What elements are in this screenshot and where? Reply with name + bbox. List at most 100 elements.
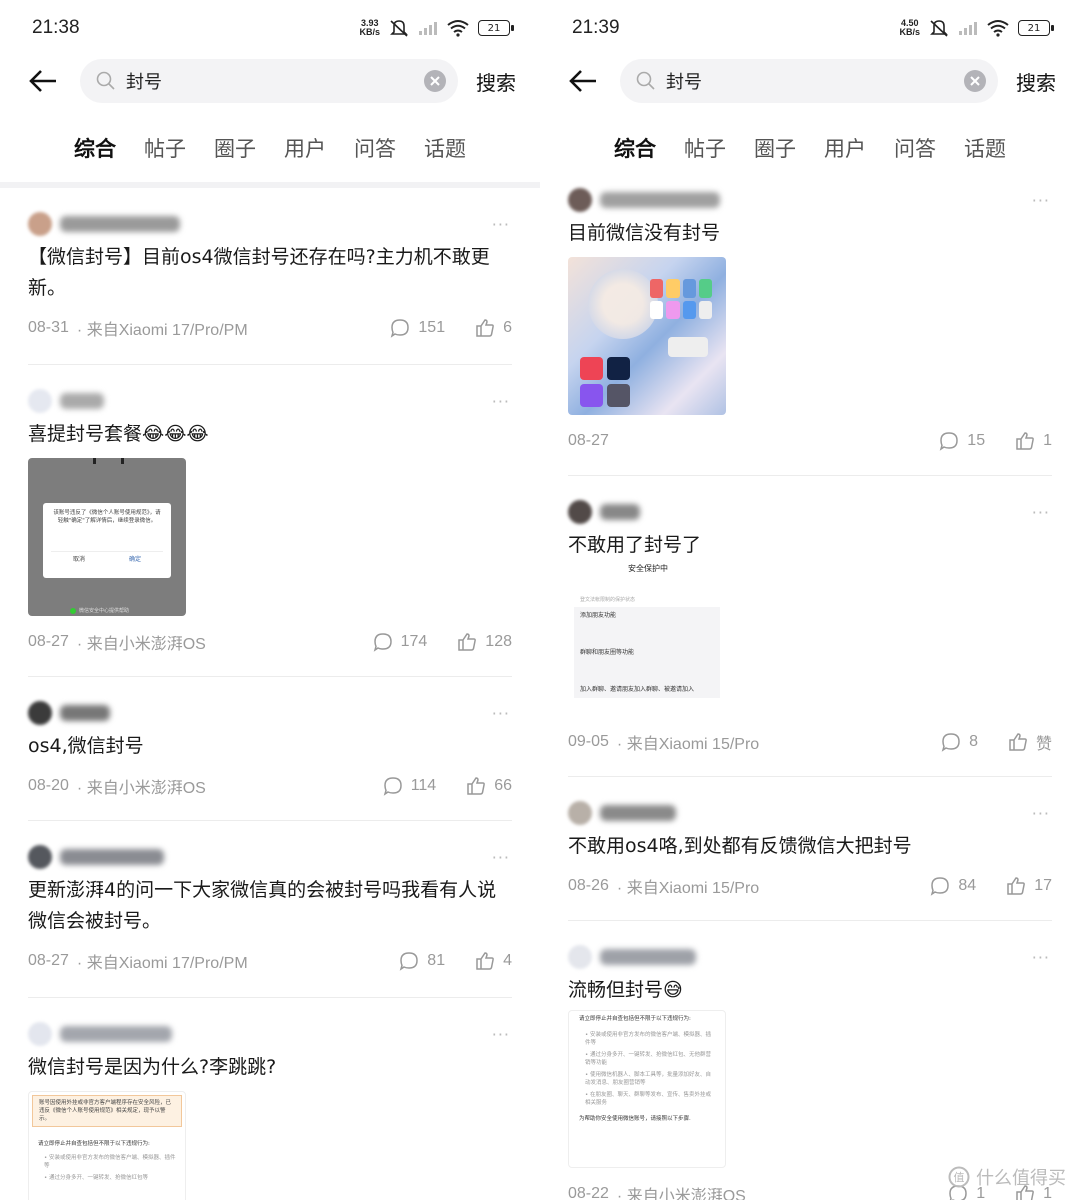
comment-count[interactable]: 84: [930, 876, 976, 896]
battery-icon: 21: [1018, 20, 1054, 36]
post-title[interactable]: 微信封号是因为什么?李跳跳?: [28, 1052, 512, 1083]
post-date: 08-22: [568, 1185, 609, 1200]
tab-users[interactable]: 用户: [824, 133, 866, 163]
tab-topics[interactable]: 话题: [964, 133, 1006, 163]
like-count[interactable]: 66: [466, 776, 512, 796]
post-image[interactable]: [568, 257, 726, 415]
more-icon[interactable]: ···: [492, 848, 510, 867]
author-row: ···: [568, 795, 1052, 831]
post-source: 来自Xiaomi 15/Pro: [617, 874, 760, 898]
post-title[interactable]: os4,微信封号: [28, 731, 512, 762]
list-item[interactable]: ··· 不敢用了封号了 安全保护中 登文法帐限制的保护状态 添加朋友功能 群聊和…: [540, 494, 1080, 777]
post-title[interactable]: 不敢用os4咯,到处都有反馈微信大把封号: [568, 831, 1052, 862]
avatar: [28, 212, 52, 236]
post-title[interactable]: 喜提封号套餐😂😂😂: [28, 419, 512, 450]
more-icon[interactable]: ···: [1032, 191, 1050, 210]
more-icon[interactable]: ···: [1032, 503, 1050, 522]
author-name-blurred: [600, 805, 676, 821]
search-input[interactable]: 封号: [620, 59, 998, 103]
more-icon[interactable]: ···: [492, 215, 510, 234]
tab-users[interactable]: 用户: [284, 133, 326, 163]
like-count[interactable]: 1: [1015, 431, 1052, 451]
post-date: 09-05: [568, 733, 609, 750]
list-item[interactable]: ··· 目前微信没有封号 08-27 15 1: [540, 182, 1080, 476]
tab-circles[interactable]: 圈子: [214, 133, 256, 163]
tab-topics[interactable]: 话题: [424, 133, 466, 163]
ban-dialog: 该账号违反了《微信个人账号使用规范》，请轻触"确定"了解详情后，继续登录微信。 …: [43, 503, 171, 578]
list-item[interactable]: ··· 【微信封号】目前os4微信封号还存在吗?主力机不敢更新。 08-31 来…: [0, 206, 540, 365]
comment-count[interactable]: 15: [939, 431, 985, 451]
tab-posts[interactable]: 帖子: [144, 133, 186, 163]
back-arrow-icon[interactable]: [568, 66, 598, 96]
back-arrow-icon[interactable]: [28, 66, 58, 96]
post-date: 08-26: [568, 877, 609, 894]
post-title[interactable]: 更新澎湃4的问一下大家微信真的会被封号吗我看有人说微信会被封号。: [28, 875, 512, 937]
site-watermark: 值 什么值得买: [948, 1164, 1066, 1190]
author-row: ···: [568, 494, 1052, 530]
post-image[interactable]: 账号因使用外挂或非官方客户端程序存在安全风险，已违反《微信个人账号使用规范》相关…: [28, 1091, 186, 1200]
list-item[interactable]: ··· 更新澎湃4的问一下大家微信真的会被封号吗我看有人说微信会被封号。 08-…: [0, 839, 540, 998]
like-count[interactable]: 赞: [1008, 730, 1052, 754]
search-button[interactable]: 搜索: [1016, 67, 1056, 96]
search-row: 封号 搜索: [0, 58, 540, 104]
more-icon[interactable]: ···: [492, 392, 510, 411]
author-name-blurred: [60, 705, 110, 721]
post-title[interactable]: 流畅但封号😅: [568, 975, 1052, 1006]
tab-overall[interactable]: 综合: [614, 133, 656, 163]
list-item[interactable]: ··· 流畅但封号😅 请立即停止并自查包括但不限于以下违规行为: • 安装或使用…: [540, 939, 1080, 1200]
tab-circles[interactable]: 圈子: [754, 133, 796, 163]
post-meta: 08-26 来自Xiaomi 15/Pro 84 17: [568, 866, 1052, 906]
avatar: [28, 845, 52, 869]
like-count[interactable]: 128: [457, 632, 512, 652]
author-row: ···: [28, 695, 512, 731]
comment-count[interactable]: 81: [399, 951, 445, 971]
comment-count[interactable]: 174: [373, 632, 427, 652]
like-count[interactable]: 6: [475, 318, 512, 338]
search-row: 封号 搜索: [540, 58, 1080, 104]
post-image[interactable]: 请立即停止并自查包括但不限于以下违规行为: • 安装或使用非官方发布的微信客户端…: [568, 1010, 726, 1168]
more-icon[interactable]: ···: [1032, 804, 1050, 823]
author-name-blurred: [60, 393, 104, 409]
search-query[interactable]: 封号: [126, 68, 424, 94]
like-count[interactable]: 4: [475, 951, 512, 971]
post-title[interactable]: 【微信封号】目前os4微信封号还存在吗?主力机不敢更新。: [28, 242, 512, 304]
post-title[interactable]: 目前微信没有封号: [568, 218, 1052, 249]
avatar: [568, 500, 592, 524]
tab-qa[interactable]: 问答: [354, 133, 396, 163]
comment-count[interactable]: 114: [383, 776, 436, 796]
comment-count[interactable]: 8: [941, 732, 978, 752]
search-input[interactable]: 封号: [80, 59, 458, 103]
more-icon[interactable]: ···: [1032, 948, 1050, 967]
like-count[interactable]: 17: [1006, 876, 1052, 896]
divider: [568, 920, 1052, 921]
comment-icon: [940, 432, 959, 451]
tab-posts[interactable]: 帖子: [684, 133, 726, 163]
comment-icon: [400, 952, 419, 971]
clear-icon[interactable]: [964, 70, 986, 92]
search-query[interactable]: 封号: [666, 68, 964, 94]
more-icon[interactable]: ···: [492, 704, 510, 723]
tab-bar: 综合 帖子 圈子 用户 问答 话题: [0, 118, 540, 178]
search-button[interactable]: 搜索: [476, 67, 516, 96]
list-item[interactable]: ··· 不敢用os4咯,到处都有反馈微信大把封号 08-26 来自Xiaomi …: [540, 795, 1080, 921]
status-bar: 21:39 4.50 KB/s 21: [540, 0, 1080, 56]
tab-qa[interactable]: 问答: [894, 133, 936, 163]
list-item[interactable]: ··· 微信封号是因为什么?李跳跳? 账号因使用外挂或非官方客户端程序存在安全风…: [0, 1016, 540, 1200]
more-icon[interactable]: ···: [492, 1025, 510, 1044]
thumbs-up-icon: [467, 777, 486, 795]
post-source: 来自小米澎湃OS: [77, 630, 206, 654]
divider: [28, 676, 512, 677]
author-name-blurred: [60, 849, 164, 865]
tab-overall[interactable]: 综合: [74, 133, 116, 163]
clear-icon[interactable]: [424, 70, 446, 92]
wifi-icon: [447, 20, 469, 37]
logo-icon: 值: [948, 1166, 970, 1188]
post-image[interactable]: 该账号违反了《微信个人账号使用规范》，请轻触"确定"了解详情后，继续登录微信。 …: [28, 458, 186, 616]
post-source: 来自小米澎湃OS: [617, 1182, 746, 1200]
thumbs-up-icon: [1009, 733, 1027, 751]
post-image[interactable]: 安全保护中 登文法帐限制的保护状态 添加朋友功能 群聊和朋友圈等功能 加入群聊、…: [568, 561, 728, 716]
list-item[interactable]: ··· os4,微信封号 08-20 来自小米澎湃OS 114 66: [0, 695, 540, 821]
post-title[interactable]: 不敢用了封号了: [568, 530, 1052, 561]
comment-count[interactable]: 151: [390, 318, 445, 338]
list-item[interactable]: ··· 喜提封号套餐😂😂😂 该账号违反了《微信个人账号使用规范》，请轻触"确定"…: [0, 383, 540, 677]
